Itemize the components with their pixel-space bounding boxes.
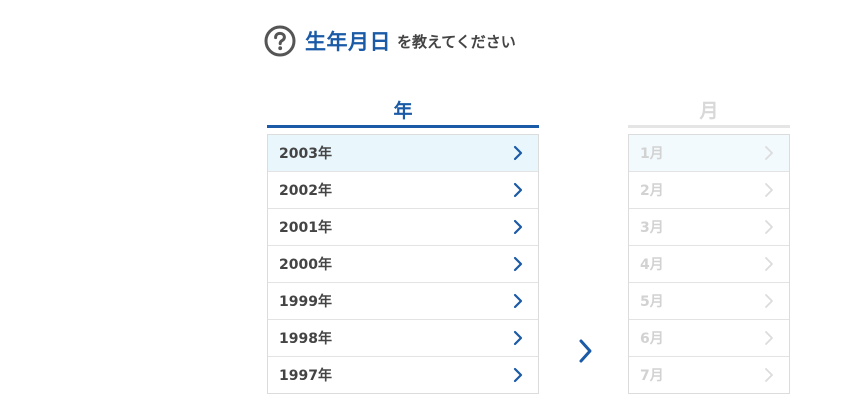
- year-option[interactable]: 2003年: [268, 135, 538, 171]
- next-step-arrow-icon: [576, 338, 596, 364]
- year-column-header: 年: [267, 98, 539, 128]
- chevron-right-icon: [763, 367, 775, 383]
- page-heading: 生年月日 を教えてください: [264, 24, 516, 58]
- month-option-label: 2月: [640, 183, 664, 199]
- chevron-right-icon: [763, 256, 775, 272]
- chevron-right-icon: [512, 145, 524, 161]
- year-option-label: 1997年: [279, 368, 332, 384]
- year-option-label: 2002年: [279, 183, 332, 199]
- chevron-right-icon: [512, 219, 524, 235]
- year-option[interactable]: 2002年: [268, 171, 538, 208]
- month-option[interactable]: 5月: [629, 282, 789, 319]
- month-list: 1月 2月 3月 4月 5月 6月 7月: [628, 134, 790, 394]
- page-title: 生年月日: [305, 30, 391, 54]
- year-list: 2003年 2002年 2001年 2000年 1999年 1998年 1997…: [267, 134, 539, 394]
- chevron-right-icon: [763, 145, 775, 161]
- chevron-right-icon: [512, 182, 524, 198]
- month-option[interactable]: 3月: [629, 208, 789, 245]
- year-option[interactable]: 1997年: [268, 356, 538, 393]
- year-option-label: 1998年: [279, 331, 332, 347]
- chevron-right-icon: [763, 330, 775, 346]
- year-option[interactable]: 2000年: [268, 245, 538, 282]
- year-option[interactable]: 2001年: [268, 208, 538, 245]
- month-option[interactable]: 7月: [629, 356, 789, 393]
- month-option[interactable]: 6月: [629, 319, 789, 356]
- year-option-label: 1999年: [279, 294, 332, 310]
- chevron-right-icon: [763, 219, 775, 235]
- chevron-right-icon: [512, 293, 524, 309]
- year-option-label: 2001年: [279, 220, 332, 236]
- month-column-header: 月: [628, 98, 790, 128]
- page-subtitle: を教えてください: [397, 32, 516, 51]
- month-option-label: 6月: [640, 331, 664, 347]
- year-option-label: 2000年: [279, 257, 332, 273]
- month-option[interactable]: 1月: [629, 135, 789, 171]
- month-option[interactable]: 2月: [629, 171, 789, 208]
- question-circle-icon: [264, 25, 296, 57]
- chevron-right-icon: [512, 330, 524, 346]
- year-option[interactable]: 1998年: [268, 319, 538, 356]
- month-option-label: 3月: [640, 220, 664, 236]
- chevron-right-icon: [512, 256, 524, 272]
- month-option-label: 4月: [640, 257, 664, 273]
- year-option-label: 2003年: [279, 146, 332, 162]
- month-option[interactable]: 4月: [629, 245, 789, 282]
- year-option[interactable]: 1999年: [268, 282, 538, 319]
- chevron-right-icon: [763, 182, 775, 198]
- month-option-label: 5月: [640, 294, 664, 310]
- month-option-label: 7月: [640, 368, 664, 384]
- chevron-right-icon: [763, 293, 775, 309]
- month-option-label: 1月: [640, 146, 664, 162]
- chevron-right-icon: [512, 367, 524, 383]
